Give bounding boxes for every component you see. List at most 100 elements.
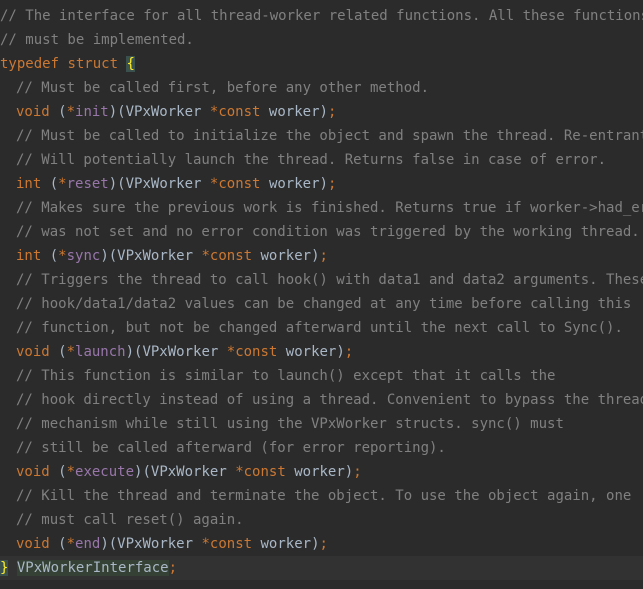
- semicolon: ;: [327, 104, 337, 120]
- typedef-name: VPxWorkerInterface: [16, 560, 169, 576]
- code-comment: // hook directly instead of using a thre…: [16, 392, 643, 408]
- punctuation: (: [41, 248, 59, 264]
- semicolon: ;: [319, 248, 328, 264]
- code-comment: // mechanism while still using the VPxWo…: [16, 416, 564, 432]
- code-line[interactable]: int (*sync)(VPxWorker *const worker);: [0, 244, 643, 268]
- code-line[interactable]: void (*launch)(VPxWorker *const worker);: [0, 340, 643, 364]
- pointer-star: *: [58, 248, 67, 264]
- punctuation: (: [49, 464, 67, 480]
- open-brace: {: [126, 56, 135, 72]
- keyword-typedef: typedef: [0, 56, 60, 72]
- return-type: void: [16, 536, 50, 552]
- punctuation: ): [336, 344, 345, 360]
- code-line[interactable]: // mechanism while still using the VPxWo…: [0, 412, 643, 436]
- code-comment: // function, but not be changed afterwar…: [16, 320, 623, 336]
- code-comment: // must call reset() again.: [16, 512, 244, 528]
- param-type: VPxWorker: [150, 464, 227, 480]
- punctuation: ): [319, 104, 328, 120]
- code-editor[interactable]: // The interface for all thread-worker r…: [0, 0, 643, 589]
- code-line[interactable]: // hook/data1/data2 values can be change…: [0, 292, 643, 316]
- code-line[interactable]: // Makes sure the previous work is finis…: [0, 196, 643, 220]
- param-type: VPxWorker: [125, 104, 202, 120]
- code-comment: // This function is similar to launch() …: [16, 368, 556, 384]
- param-name: worker: [294, 464, 345, 480]
- return-type: void: [16, 104, 50, 120]
- pointer-star: *: [201, 248, 210, 264]
- punctuation: )(: [108, 176, 126, 192]
- function-pointer-name: reset: [66, 176, 109, 192]
- semicolon: ;: [353, 464, 362, 480]
- function-pointer-name: init: [75, 104, 109, 120]
- pointer-star: *: [58, 176, 67, 192]
- keyword-const: const: [218, 104, 261, 120]
- code-line[interactable]: // Triggers the thread to call hook() wi…: [0, 268, 643, 292]
- param-name: worker: [268, 176, 320, 192]
- param-type: VPxWorker: [117, 536, 194, 552]
- semicolon: ;: [327, 176, 337, 192]
- code-line[interactable]: // Will potentially launch the thread. R…: [0, 148, 643, 172]
- punctuation: )(: [108, 104, 126, 120]
- semicolon: ;: [168, 560, 178, 576]
- param-type: VPxWorker: [142, 344, 219, 360]
- code-line[interactable]: void (*init)(VPxWorker *const worker);: [0, 100, 643, 124]
- code-comment: // Kill the thread and terminate the obj…: [16, 488, 632, 504]
- code-line[interactable]: typedef struct {: [0, 52, 643, 76]
- code-line[interactable]: // was not set and no error condition wa…: [0, 220, 643, 244]
- code-line[interactable]: // must call reset() again.: [0, 508, 643, 532]
- code-line[interactable]: // hook directly instead of using a thre…: [0, 388, 643, 412]
- code-comment: // was not set and no error condition wa…: [16, 224, 640, 240]
- code-line[interactable]: void (*execute)(VPxWorker *const worker)…: [0, 460, 643, 484]
- code-line[interactable]: // Must be called first, before any othe…: [0, 76, 643, 100]
- pointer-star: *: [201, 536, 210, 552]
- code-line[interactable]: // still be called afterward (for error …: [0, 436, 643, 460]
- punctuation: (: [49, 344, 67, 360]
- semicolon: ;: [344, 344, 354, 360]
- return-type: int: [16, 248, 42, 264]
- punctuation: ): [311, 248, 320, 264]
- return-type: void: [16, 344, 50, 360]
- punctuation: )(: [100, 248, 118, 264]
- code-comment: // Must be called first, before any othe…: [16, 80, 430, 96]
- code-comment: // Triggers the thread to call hook() wi…: [16, 272, 643, 288]
- param-type: VPxWorker: [117, 248, 194, 264]
- keyword-const: const: [235, 344, 278, 360]
- return-type: int: [16, 176, 42, 192]
- code-line[interactable]: // Kill the thread and terminate the obj…: [0, 484, 643, 508]
- pointer-star: *: [235, 464, 244, 480]
- keyword-const: const: [218, 176, 261, 192]
- punctuation: (: [49, 104, 67, 120]
- code-line[interactable]: } VPxWorkerInterface;: [0, 556, 643, 580]
- pointer-star: *: [226, 344, 236, 360]
- pointer-star: *: [66, 464, 76, 480]
- code-line[interactable]: // Must be called to initialize the obje…: [0, 124, 643, 148]
- keyword-const: const: [209, 248, 253, 264]
- code-line[interactable]: // function, but not be changed afterwar…: [0, 316, 643, 340]
- function-pointer-name: end: [75, 536, 101, 552]
- code-comment: // still be called afterward (for error …: [16, 440, 446, 456]
- code-comment: // Makes sure the previous work is finis…: [16, 200, 643, 216]
- code-line[interactable]: void (*end)(VPxWorker *const worker);: [0, 532, 643, 556]
- punctuation: (: [41, 176, 59, 192]
- code-line[interactable]: // must be implemented.: [0, 28, 643, 52]
- code-line[interactable]: // This function is similar to launch() …: [0, 364, 643, 388]
- function-pointer-name: launch: [75, 344, 126, 360]
- keyword-const: const: [243, 464, 286, 480]
- pointer-star: *: [66, 344, 76, 360]
- return-type: void: [16, 464, 50, 480]
- code-line[interactable]: int (*reset)(VPxWorker *const worker);: [0, 172, 643, 196]
- code-comment: // must be implemented.: [0, 32, 194, 48]
- param-name: worker: [285, 344, 337, 360]
- punctuation: )(: [134, 464, 151, 480]
- code-line[interactable]: // The interface for all thread-worker r…: [0, 4, 643, 28]
- keyword-struct: struct: [67, 56, 119, 72]
- punctuation: ): [319, 176, 328, 192]
